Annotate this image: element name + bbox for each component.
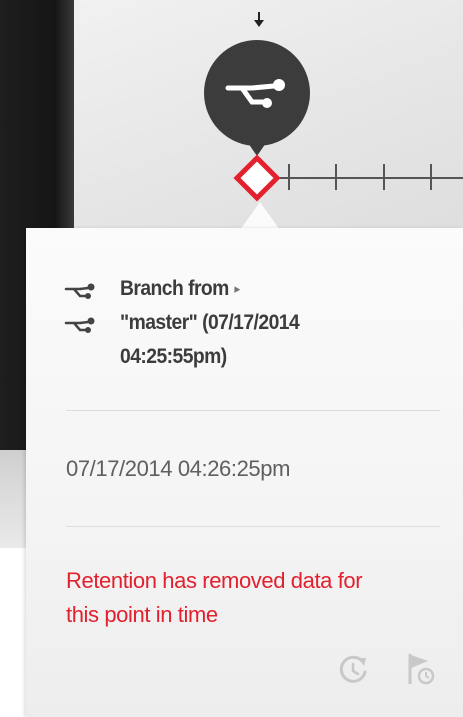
point-timestamp: 07/17/2014 04:26:25pm [66, 456, 291, 481]
restore-history-icon[interactable] [336, 652, 372, 693]
retention-message: Retention has removed data for this poin… [66, 564, 463, 632]
branch-from-link[interactable]: Branch from ▸ "master" (07/17/2014 04:25:… [120, 272, 396, 374]
divider [66, 526, 440, 527]
caret-right-icon: ▸ [234, 281, 240, 296]
divider [66, 410, 440, 411]
retention-message-line2: this point in time [66, 602, 218, 627]
branch-info: Branch from ▸ "master" (07/17/2014 04:25:… [64, 272, 424, 374]
timeline-axis [269, 164, 463, 190]
down-arrow-icon [254, 12, 264, 27]
branch-from-label: Branch from [120, 277, 229, 300]
diamond-marker-icon[interactable] [233, 154, 281, 202]
timeline-area [74, 0, 463, 230]
point-in-time-popup: Branch from ▸ "master" (07/17/2014 04:25:… [26, 228, 463, 717]
branch-source-time: 04:25:55pm) [120, 345, 227, 368]
retention-message-line1: Retention has removed data for [66, 568, 363, 593]
popup-pointer [240, 202, 280, 230]
branch-icon [64, 306, 120, 340]
branch-icon [64, 272, 120, 306]
branch-source-label: "master" (07/17/2014 [120, 311, 300, 334]
branch-node[interactable] [204, 40, 310, 156]
timeline-graphic [204, 12, 463, 202]
sidebar-lower-strip [0, 450, 26, 548]
flag-icon[interactable] [402, 650, 438, 693]
